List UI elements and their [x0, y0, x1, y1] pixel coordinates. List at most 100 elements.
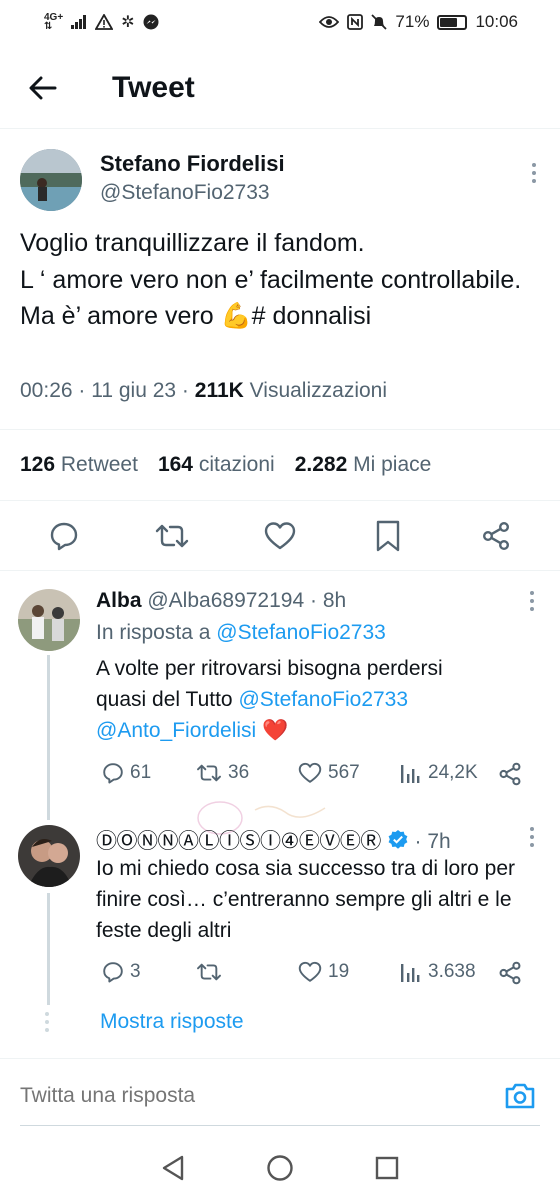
bookmark-icon — [376, 520, 400, 552]
share-button[interactable] — [476, 516, 516, 556]
analytics-icon — [401, 765, 420, 783]
retweets-stat[interactable]: 126 Retweet — [20, 453, 138, 477]
author-avatar[interactable] — [20, 149, 82, 211]
share-button[interactable] — [498, 762, 522, 786]
main-tweet: Stefano Fiordelisi @StefanoFio2733 Vogli… — [0, 128, 560, 552]
retweet-icon — [197, 764, 221, 782]
reply-context: In risposta a @StefanoFio2733 — [96, 621, 386, 644]
reply-avatar[interactable] — [18, 825, 80, 887]
warning-icon — [95, 14, 114, 30]
share-icon — [499, 961, 521, 985]
heart-icon — [298, 961, 322, 982]
reply-button[interactable]: 3 — [102, 961, 141, 983]
share-icon — [483, 522, 510, 551]
tweet-date: 11 giu 23 — [91, 379, 177, 402]
views-button[interactable]: 24,2K — [400, 762, 478, 784]
messenger-icon — [143, 14, 159, 30]
retweet-icon — [155, 524, 189, 548]
reply-composer — [0, 1058, 560, 1132]
thread-line — [47, 893, 50, 1005]
network-indicator: 4G+ ⇅ — [44, 12, 64, 32]
reply-action-bar: 3 19 3.638 — [96, 961, 526, 991]
views-label[interactable]: Visualizzazioni — [250, 379, 387, 402]
mute-bell-icon — [371, 14, 388, 30]
mention-link[interactable]: @Anto_Fiordelisi — [96, 719, 256, 742]
battery-percent: 71% — [395, 12, 430, 31]
reply-header: ⒹⓄⓃⓃⒶⓁⒾⓈⒾ④ⒺⓋⒺⓇ · 7h — [96, 830, 451, 853]
quotes-stat[interactable]: 164 citazioni — [158, 453, 275, 477]
author-handle[interactable]: @StefanoFio2733 — [100, 181, 285, 205]
retweet-button[interactable] — [152, 516, 192, 556]
share-icon — [499, 762, 521, 786]
square-recents-icon — [375, 1156, 398, 1180]
like-button[interactable]: 567 — [298, 762, 360, 784]
reply-button[interactable] — [44, 516, 84, 556]
reply-time: 8h — [322, 589, 347, 612]
reply-icon — [103, 763, 123, 784]
nav-recents-button[interactable] — [367, 1148, 407, 1188]
reply-button[interactable]: 61 — [102, 762, 151, 784]
more-options-icon[interactable] — [530, 591, 534, 611]
tweet-meta: 00:26 · 11 giu 23 · 211K Visualizzazioni — [20, 379, 388, 402]
views-button[interactable]: 3.638 — [400, 961, 476, 983]
arrow-left-icon — [29, 76, 57, 100]
reply-action-bar: 61 36 567 24,2K — [96, 762, 526, 792]
top-header: Tweet — [0, 56, 560, 120]
retweet-button[interactable] — [196, 961, 228, 983]
back-button[interactable] — [8, 56, 78, 120]
analytics-icon — [401, 964, 420, 982]
reply-text: Io mi chiedo cosa sia successo tra di lo… — [96, 857, 516, 942]
verified-badge-icon — [388, 830, 408, 849]
settings-gear-icon: ✲ — [121, 14, 135, 31]
tweet-action-bar — [0, 501, 560, 571]
retweet-icon — [197, 963, 221, 981]
views-count[interactable]: 211K — [195, 379, 244, 402]
nfc-icon — [347, 14, 364, 30]
camera-icon — [505, 1083, 535, 1108]
reply-header: Alba @Alba68972194 · 8h — [96, 589, 347, 612]
engagement-stats: 126 Retweet 164 citazioni 2.282 Mi piace — [0, 429, 560, 501]
likes-stat[interactable]: 2.282 Mi piace — [295, 453, 432, 477]
page-title: Tweet — [112, 71, 195, 104]
heart-icon — [264, 522, 296, 550]
mention-link[interactable]: @StefanoFio2733 — [238, 688, 408, 711]
reply-to-link[interactable]: @StefanoFio2733 — [216, 621, 386, 644]
reply-tweet[interactable]: Alba @Alba68972194 · 8h In risposta a @S… — [0, 571, 560, 820]
thread-continuation-dots — [45, 1012, 49, 1032]
circle-home-icon — [267, 1155, 293, 1181]
eye-icon — [319, 16, 340, 28]
input-underline — [20, 1125, 540, 1126]
reply-author-handle[interactable]: @Alba68972194 — [147, 589, 304, 612]
reply-avatar[interactable] — [18, 589, 80, 651]
tweet-text: Voglio tranquillizzare il fandom. L ‘ am… — [20, 229, 522, 330]
show-replies-link[interactable]: Mostra risposte — [100, 1010, 244, 1034]
reply-text: A volte per ritrovarsi bisogna perdersi … — [96, 657, 443, 742]
triangle-back-icon — [163, 1155, 184, 1181]
heart-icon — [298, 762, 322, 783]
system-nav-bar — [0, 1136, 560, 1200]
clock: 10:06 — [475, 12, 518, 31]
reply-time: 7h — [427, 830, 451, 853]
reply-tweet[interactable]: ⒹⓄⓃⓃⒶⓁⒾⓈⒾ④ⒺⓋⒺⓇ · 7h Io mi chiedo cosa si… — [0, 813, 560, 1005]
camera-button[interactable] — [502, 1078, 538, 1114]
retweet-button[interactable]: 36 — [196, 762, 249, 784]
signal-icon — [71, 15, 87, 29]
battery-icon — [437, 14, 468, 30]
author-name[interactable]: Stefano Fiordelisi — [100, 151, 285, 177]
reply-author-name[interactable]: ⒹⓄⓃⓃⒶⓁⒾⓈⒾ④ⒺⓋⒺⓇ — [96, 830, 381, 853]
nav-home-button[interactable] — [260, 1148, 300, 1188]
more-options-icon[interactable] — [530, 827, 534, 847]
reply-input[interactable] — [20, 1083, 440, 1108]
reply-icon — [103, 962, 123, 983]
like-button[interactable]: 19 — [298, 961, 349, 983]
bookmark-button[interactable] — [368, 516, 408, 556]
thread-line — [47, 655, 50, 820]
share-button[interactable] — [498, 961, 522, 985]
reply-icon — [50, 522, 78, 551]
status-bar: 4G+ ⇅ ✲ 71% 10:06 — [0, 0, 560, 44]
tweet-time: 00:26 — [20, 379, 73, 402]
nav-back-button[interactable] — [153, 1148, 193, 1188]
reply-author-name[interactable]: Alba — [96, 589, 142, 612]
like-button[interactable] — [260, 516, 300, 556]
more-options-icon[interactable] — [532, 163, 536, 183]
